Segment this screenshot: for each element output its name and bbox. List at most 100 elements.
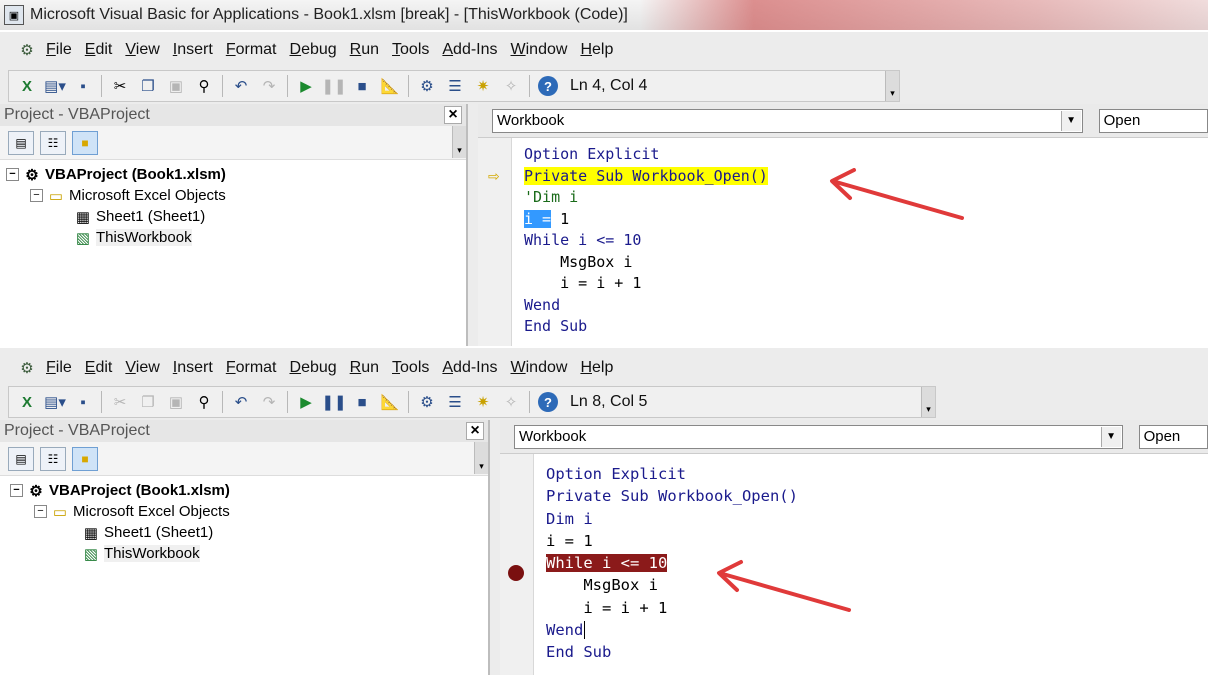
toolbar-separator xyxy=(101,391,102,413)
panel-grip[interactable]: ▾ xyxy=(452,126,466,158)
project-explorer-icon[interactable]: ⚙ xyxy=(415,390,439,414)
design-mode-icon[interactable]: 📐 xyxy=(378,74,402,98)
collapse-icon[interactable]: − xyxy=(34,505,47,518)
copy-icon[interactable]: ❐ xyxy=(136,74,160,98)
menu-view[interactable]: View xyxy=(125,359,170,377)
folder-icon: ■ xyxy=(81,135,89,150)
menu-debug[interactable]: Debug xyxy=(290,359,348,377)
menu-format[interactable]: Format xyxy=(226,359,288,377)
menu-window[interactable]: Window xyxy=(511,359,579,377)
menu-format[interactable]: Format xyxy=(226,41,288,59)
menu-help[interactable]: Help xyxy=(580,359,624,377)
chevron-down-icon[interactable]: ▼ xyxy=(1100,426,1121,447)
object-dropdown[interactable]: Workbook ▼ xyxy=(492,108,1083,133)
object-browser-icon[interactable]: ✷ xyxy=(471,74,495,98)
view-object-button[interactable]: ☷ xyxy=(40,130,66,155)
undo-icon[interactable]: ↶ xyxy=(229,390,253,414)
paste-icon[interactable]: ▣ xyxy=(164,390,188,414)
menu-tools[interactable]: Tools xyxy=(392,41,440,59)
tree-item-label: Microsoft Excel Objects xyxy=(69,187,226,204)
toolbox-icon[interactable]: ✧ xyxy=(499,74,523,98)
procedure-dropdown[interactable]: Open xyxy=(1138,424,1208,449)
toggle-folders-button[interactable]: ■ xyxy=(72,446,98,471)
tree-item-excel-objects[interactable]: − ▭ Microsoft Excel Objects xyxy=(6,501,482,522)
menu-tools[interactable]: Tools xyxy=(392,359,440,377)
collapse-icon[interactable]: − xyxy=(10,484,23,497)
find-icon[interactable]: ⚲ xyxy=(192,74,216,98)
menu-insert[interactable]: Insert xyxy=(173,359,224,377)
insert-userform-icon[interactable]: ▤▾ xyxy=(43,74,67,98)
close-project-explorer-button[interactable]: × xyxy=(444,106,462,124)
properties-icon[interactable]: ☰ xyxy=(443,74,467,98)
save-icon[interactable]: ▪ xyxy=(71,390,95,414)
menu-debug[interactable]: Debug xyxy=(290,41,348,59)
collapse-icon[interactable]: − xyxy=(30,189,43,202)
design-mode-icon[interactable]: 📐 xyxy=(378,390,402,414)
menu-help[interactable]: Help xyxy=(580,41,624,59)
cut-icon[interactable]: ✂ xyxy=(108,390,132,414)
toolbox-icon[interactable]: ✧ xyxy=(499,390,523,414)
break-icon[interactable]: ❚❚ xyxy=(321,390,346,414)
close-project-explorer-button[interactable]: × xyxy=(466,422,484,440)
tree-item-thisworkbook[interactable]: ▧ ThisWorkbook xyxy=(6,227,460,248)
menu-file[interactable]: File xyxy=(46,359,83,377)
find-icon[interactable]: ⚲ xyxy=(192,390,216,414)
vba-window-icon: ▣ xyxy=(4,5,24,25)
tree-item-thisworkbook[interactable]: ▧ ThisWorkbook xyxy=(6,543,482,564)
menu-edit[interactable]: Edit xyxy=(85,359,124,377)
panel-grip[interactable]: ▾ xyxy=(474,442,488,474)
menu-view[interactable]: View xyxy=(125,41,170,59)
tree-item-sheet1[interactable]: ▦ Sheet1 (Sheet1) xyxy=(6,522,482,543)
breakpoint-icon[interactable] xyxy=(508,565,524,581)
run-icon[interactable]: ▶ xyxy=(294,74,318,98)
tree-item-excel-objects[interactable]: − ▭ Microsoft Excel Objects xyxy=(6,185,460,206)
copy-icon[interactable]: ❐ xyxy=(136,390,160,414)
menu-file[interactable]: File xyxy=(46,41,83,59)
toolbar-grip[interactable]: ▾ xyxy=(885,71,899,101)
help-button[interactable]: ? xyxy=(536,74,560,98)
view-code-button[interactable]: ▤ xyxy=(8,446,34,471)
save-icon[interactable]: ▪ xyxy=(71,74,95,98)
help-button[interactable]: ? xyxy=(536,390,560,414)
tree-item-vbaproject[interactable]: − ⚙ VBAProject (Book1.xlsm) xyxy=(6,480,482,501)
reset-icon[interactable]: ■ xyxy=(350,390,374,414)
redo-icon[interactable]: ↷ xyxy=(257,74,281,98)
paste-icon[interactable]: ▣ xyxy=(164,74,188,98)
project-tree: − ⚙ VBAProject (Book1.xlsm) − ▭ Microsof… xyxy=(0,160,466,252)
chevron-down-icon[interactable]: ▼ xyxy=(1060,110,1081,131)
vba-menu-icon[interactable]: ⚙ xyxy=(16,39,38,61)
menu-addins[interactable]: Add-Ins xyxy=(442,359,508,377)
object-dropdown[interactable]: Workbook ▼ xyxy=(514,424,1123,449)
project-explorer-icon[interactable]: ⚙ xyxy=(415,74,439,98)
tree-item-vbaproject[interactable]: − ⚙ VBAProject (Book1.xlsm) xyxy=(6,164,460,185)
toggle-folders-button[interactable]: ■ xyxy=(72,130,98,155)
toolbar-separator xyxy=(408,75,409,97)
reset-icon[interactable]: ■ xyxy=(350,74,374,98)
insert-userform-icon[interactable]: ▤▾ xyxy=(43,390,67,414)
cursor-position: Ln 8, Col 5 xyxy=(570,393,648,410)
view-code-button[interactable]: ▤ xyxy=(8,130,34,155)
menu-run[interactable]: Run xyxy=(350,41,390,59)
object-browser-icon[interactable]: ✷ xyxy=(471,390,495,414)
menu-addins[interactable]: Add-Ins xyxy=(442,41,508,59)
tree-item-sheet1[interactable]: ▦ Sheet1 (Sheet1) xyxy=(6,206,460,227)
code-text: Wend xyxy=(546,621,584,640)
break-icon[interactable]: ❚❚ xyxy=(321,74,346,98)
menu-window[interactable]: Window xyxy=(511,41,579,59)
toolbar-separator xyxy=(287,391,288,413)
menu-run[interactable]: Run xyxy=(350,359,390,377)
undo-icon[interactable]: ↶ xyxy=(229,74,253,98)
cut-icon[interactable]: ✂ xyxy=(108,74,132,98)
toolbar-grip[interactable]: ▾ xyxy=(921,387,935,417)
excel-icon[interactable]: X xyxy=(15,390,39,414)
menu-edit[interactable]: Edit xyxy=(85,41,124,59)
redo-icon[interactable]: ↷ xyxy=(257,390,281,414)
view-object-button[interactable]: ☷ xyxy=(40,446,66,471)
collapse-icon[interactable]: − xyxy=(6,168,19,181)
run-icon[interactable]: ▶ xyxy=(294,390,318,414)
excel-icon[interactable]: X xyxy=(15,74,39,98)
procedure-dropdown[interactable]: Open xyxy=(1098,108,1208,133)
vba-menu-icon[interactable]: ⚙ xyxy=(16,357,38,379)
properties-icon[interactable]: ☰ xyxy=(443,390,467,414)
menu-insert[interactable]: Insert xyxy=(173,41,224,59)
